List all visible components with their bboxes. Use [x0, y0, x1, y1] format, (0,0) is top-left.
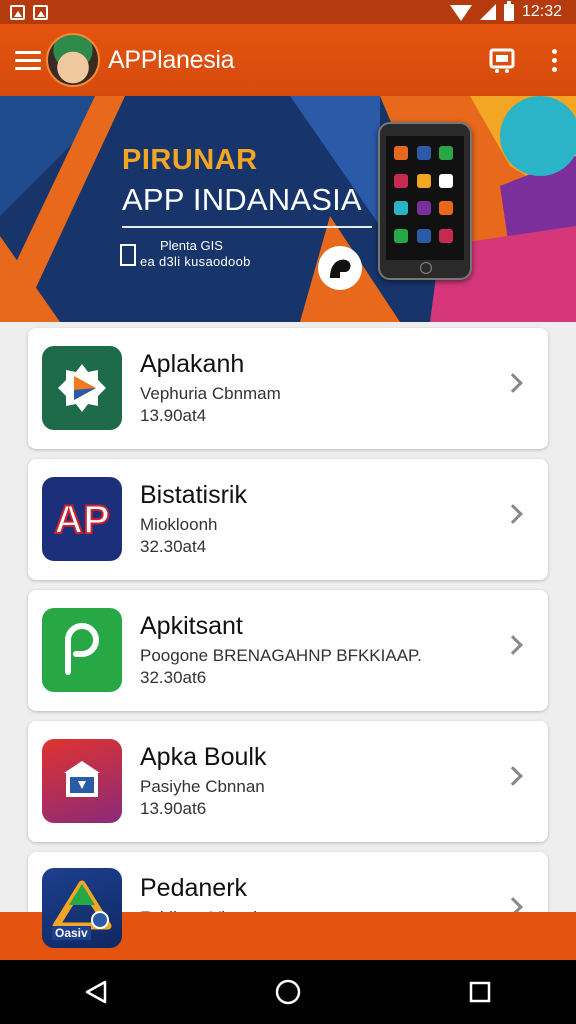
recents-square-icon[interactable]	[440, 960, 520, 1024]
phone-illustration	[378, 122, 472, 280]
banner-line2: ea d3li kusaodoob	[140, 254, 251, 269]
app-name: Apka Boulk	[140, 743, 267, 771]
checkbox-icon	[120, 244, 136, 266]
status-bar: 12:32	[0, 0, 576, 24]
battery-icon	[503, 0, 514, 21]
app-developer: Miokloonh	[140, 515, 218, 534]
avatar[interactable]	[46, 33, 100, 87]
status-system: 12:32	[449, 0, 562, 21]
promo-banner[interactable]: PIRUNAR APP INDANASIA Plenta GIS ea d3li…	[0, 96, 576, 322]
chevron-right-icon	[503, 504, 523, 524]
floating-icon-label: Oasiv	[52, 926, 91, 940]
app-developer: Pasiyhe Cbnnan	[140, 777, 265, 796]
chevron-right-icon	[503, 635, 523, 655]
app-developer: Poogone BRENAGAHNP BFKKIAAP.	[140, 646, 422, 665]
banner-kicker: PIRUNAR	[122, 144, 258, 176]
app-name: Aplakanh	[140, 350, 245, 378]
chevron-right-icon	[503, 766, 523, 786]
store-bag-icon	[42, 739, 122, 823]
signal-icon	[479, 4, 496, 20]
list-item[interactable]: Apka Boulk Pasiyhe Cbnnan 13.90at6	[28, 721, 548, 842]
banner-line1: Plenta GIS	[160, 238, 223, 253]
status-time: 12:32	[521, 3, 562, 20]
banner-title: APP INDANASIA	[122, 182, 362, 217]
app-developer: Vephuria Cbnmam	[140, 384, 281, 403]
list-item[interactable]: Apkitsant Poogone BRENAGAHNP BFKKIAAP. 3…	[28, 590, 548, 711]
app-version: 13.90at6	[140, 799, 207, 818]
list-item[interactable]: Aplakanh Vephuria Cbnmam 13.90at4	[28, 328, 548, 449]
app-version: 13.90at4	[140, 406, 207, 425]
ap-logo-icon: AP	[42, 477, 122, 561]
play-badge-icon	[42, 346, 122, 430]
app-name: Pedanerk	[140, 874, 248, 902]
chevron-right-icon	[503, 373, 523, 393]
app-title: APPlanesia	[108, 45, 235, 74]
list-item[interactable]: AP Bistatisrik Miokloonh 32.30at4	[28, 459, 548, 580]
app-version: 32.30at4	[140, 537, 207, 556]
banner-divider	[122, 226, 372, 228]
p-chat-icon	[42, 608, 122, 692]
photo-notification-icon	[33, 4, 48, 20]
home-circle-icon[interactable]	[248, 960, 328, 1024]
cart-icon[interactable]	[472, 24, 532, 96]
app-name: Apkitsant	[140, 612, 243, 640]
more-vertical-icon[interactable]	[532, 24, 576, 96]
app-bar: APPlanesia	[0, 24, 576, 96]
svg-text:AP: AP	[54, 498, 110, 542]
app-name: Bistatisrik	[140, 481, 247, 509]
back-triangle-icon[interactable]	[56, 960, 136, 1024]
triangle-logo-icon[interactable]: Oasiv	[42, 868, 122, 948]
image-notification-icon	[10, 4, 25, 20]
status-notifications	[10, 4, 48, 20]
app-version: 32.30at6	[140, 668, 207, 687]
system-nav-bar	[0, 960, 576, 1024]
wifi-icon	[449, 5, 472, 21]
banner-logo-icon	[318, 246, 362, 290]
